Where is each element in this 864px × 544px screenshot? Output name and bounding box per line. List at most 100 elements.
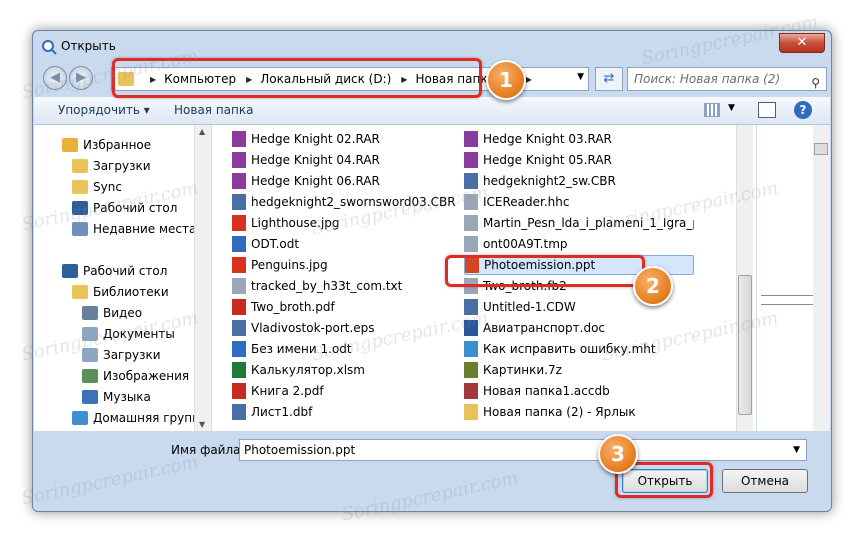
preview-scrollbar[interactable] [813,125,830,431]
file-item[interactable]: Hedge Knight 04.RAR [232,150,462,170]
nav-item-label: Видео [103,306,143,320]
file-item[interactable]: Калькулятор.xlsm [232,360,462,380]
file-item[interactable]: Картинки.7z [464,360,694,380]
preview-pane [756,125,830,431]
rar-icon [464,131,478,147]
file-item[interactable]: Книга 2.pdf [232,381,462,401]
file-item[interactable]: Two_broth.pdf [232,297,462,317]
file-name: Картинки.7z [483,363,562,377]
file-item[interactable]: Новая папка (2) - Ярлык [464,402,694,422]
search-icon: ⚲ [811,76,820,90]
file-list-scrollbar[interactable] [736,125,753,431]
nav-item-label: Изображения [103,369,190,383]
open-dialog: Открыть ✕ ◀ ▶ ▶ Компьютер ▶ Локальный ди… [32,30,832,512]
pdf-icon [232,299,246,315]
nav-item-label: Загрузки [103,348,161,362]
scroll-up-icon[interactable]: ▲ [199,127,205,136]
eps-icon [232,320,246,336]
nav-item-label: Рабочий стол [83,264,168,278]
jpg-icon [232,257,246,273]
nav-item[interactable]: Библиотеки [72,282,169,302]
nav-item-label: Избранное [83,138,152,152]
file-item[interactable]: Новая папка1.accdb [464,381,694,401]
nav-item-label: Домашняя группа [93,411,208,425]
filename-field[interactable]: Photoemission.ppt ▼ [239,439,807,461]
tmp-icon [464,236,478,252]
downloads-folder-icon [72,159,88,173]
new-folder-button[interactable]: Новая папка [174,103,253,117]
file-item[interactable]: ODT.odt [232,234,462,254]
file-name: Новая папка (2) - Ярлык [483,405,636,419]
file-name: Two_broth.pdf [251,300,335,314]
chevron-down-icon[interactable]: ▼ [793,440,800,460]
step-marker-1: 1 [486,60,526,100]
homegroup-icon [72,411,88,425]
scrollbar-thumb[interactable] [814,143,828,155]
chevron-down-icon[interactable]: ▼ [728,103,735,113]
file-item[interactable]: tracked_by_h33t_com.txt [232,276,462,296]
nav-item[interactable]: Домашняя группа [72,408,207,428]
file-name: Hedge Knight 03.RAR [483,132,612,146]
cancel-button[interactable]: Отмена [722,469,808,493]
libraries-icon [72,285,88,299]
view-mode-icon[interactable] [704,103,720,117]
refresh-button[interactable]: ⇄ [595,67,623,91]
file-item[interactable]: Hedge Knight 02.RAR [232,129,462,149]
file-name: Hedge Knight 05.RAR [483,153,612,167]
folder-icon [72,180,88,194]
open-dialog-icon [42,40,57,55]
file-name: Новая папка1.accdb [483,384,610,398]
file-name: Vladivostok-port.eps [251,321,375,335]
nav-item-label: Sync [93,180,122,194]
nav-item[interactable]: Рабочий стол [62,261,167,281]
pictures-library-icon [82,369,98,383]
file-name: tracked_by_h33t_com.txt [251,279,403,293]
dbf-icon [232,404,246,420]
help-icon[interactable]: ? [794,101,812,119]
file-name: ODT.odt [251,237,300,251]
star-icon [62,138,78,152]
odt-icon [232,236,246,252]
file-name: ICEReader.hhc [483,195,570,209]
file-item[interactable]: Hedge Knight 05.RAR [464,150,694,170]
rar-icon [232,173,246,189]
file-item[interactable]: Лист1.dbf [232,402,462,422]
nav-item[interactable]: Избранное [62,135,151,155]
step-marker-2: 2 [633,266,673,306]
organize-button[interactable]: Упорядочить ▾ [58,103,150,117]
nav-item-label: Загрузки [93,159,151,173]
chevron-down-icon[interactable]: ▼ [577,72,584,82]
rar-icon [232,152,246,168]
nav-item[interactable]: Музыка [82,387,151,407]
navigation-scrollbar[interactable]: ▲ ▼ [194,125,211,431]
file-item[interactable]: hedgeknight2_sw.CBR [464,171,694,191]
mht-icon [464,341,478,357]
excel-icon [232,362,246,378]
file-item[interactable]: Hedge Knight 03.RAR [464,129,694,149]
nav-item[interactable]: Изображения [82,366,189,386]
breadcrumb-arrow-icon[interactable]: ▶ [526,75,532,84]
preview-thumbnail [761,295,813,305]
file-name: Авиатранспорт.doc [483,321,606,335]
document-icon [464,215,478,231]
file-item[interactable]: Hedge Knight 06.RAR [232,171,462,191]
nav-item[interactable]: Недавние места [72,219,196,239]
file-name: Hedge Knight 06.RAR [251,174,380,188]
navigation-pane: Избранное Загрузки Sync Рабочий стол Недавни… [34,125,212,431]
scroll-down-icon[interactable]: ▼ [199,420,205,429]
desktop-icon [62,264,78,278]
odt-icon [232,341,246,357]
filename-value: Photoemission.ppt [244,443,356,457]
preview-pane-icon[interactable] [758,102,776,118]
file-item[interactable]: ont00A9T.tmp [464,234,694,254]
file-item[interactable]: Penguins.jpg [232,255,462,275]
shortcut-icon [464,404,478,420]
search-input[interactable]: Поиск: Новая папка (2) ⚲ [627,67,827,91]
file-name: Penguins.jpg [251,258,328,272]
access-icon [464,383,478,399]
rar-icon [232,131,246,147]
jpg-icon [232,215,246,231]
scrollbar-thumb[interactable] [738,275,752,415]
nav-item[interactable]: Загрузки [72,156,151,176]
file-name: Hedge Knight 02.RAR [251,132,380,146]
